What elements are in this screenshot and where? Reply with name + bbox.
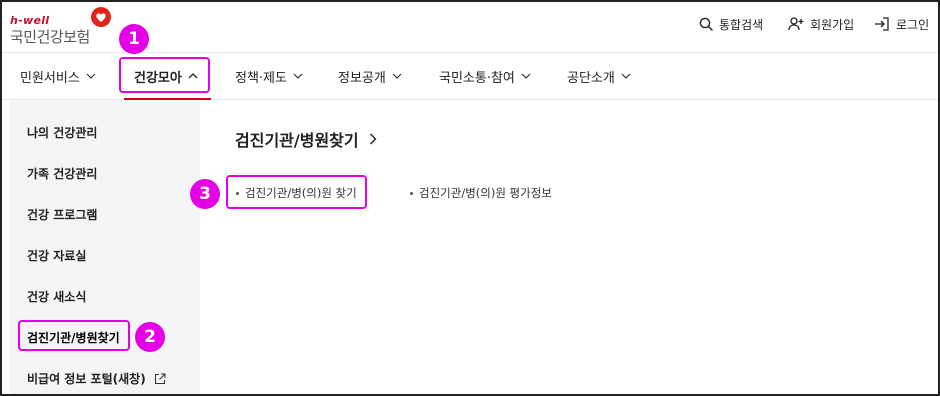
clinic-evaluation-link[interactable]: 검진기관/병(의)원 평가정보 xyxy=(410,185,552,201)
bullet-icon xyxy=(410,191,413,195)
page-title: 검진기관/병원찾기 xyxy=(235,127,377,151)
sidebar-item-label: 건강 새소식 xyxy=(27,290,87,304)
link-label: 검진기관/병(의)원 평가정보 xyxy=(419,186,552,200)
nav-item-policy[interactable]: 정책·제도 xyxy=(235,53,303,99)
add-user-icon xyxy=(788,17,804,31)
sidebar-item-my-health[interactable]: 나의 건강관리 xyxy=(27,124,97,141)
nav-item-about[interactable]: 공단소개 xyxy=(567,53,631,99)
site-logo[interactable]: h-well 국민건강보험 xyxy=(10,6,120,48)
highlight-box-find-clinic-link xyxy=(226,175,367,209)
nav-item-civil-service[interactable]: 민원서비스 xyxy=(20,53,96,99)
search-label: 통합검색 xyxy=(719,17,764,32)
sidebar: 나의 건강관리 가족 건강관리 건강 프로그램 건강 자료실 건강 새소식 검진… xyxy=(10,100,200,394)
chevron-right-icon[interactable] xyxy=(369,133,377,145)
browser-frame: h-well 국민건강보험 통합검색 회원가입 로그인 민원서비스 건강모아 정… xyxy=(0,0,940,396)
sidebar-item-health-library[interactable]: 건강 자료실 xyxy=(27,247,86,264)
sidebar-item-label: 건강 프로그램 xyxy=(27,208,98,222)
chevron-down-icon xyxy=(392,73,402,79)
nav-item-label: 정보공개 xyxy=(338,70,386,86)
sidebar-item-label: 가족 건강관리 xyxy=(27,167,98,181)
login-link[interactable]: 로그인 xyxy=(874,14,929,34)
nav-item-label: 공단소개 xyxy=(567,70,615,86)
highlight-box-sidebar-find-clinic xyxy=(18,320,130,351)
search-icon xyxy=(699,17,713,31)
nav-item-label: 민원서비스 xyxy=(20,70,80,86)
nav-item-participation[interactable]: 국민소통·참여 xyxy=(439,53,531,99)
chevron-down-icon xyxy=(86,73,96,79)
sidebar-item-label: 건강 자료실 xyxy=(27,249,87,263)
sidebar-item-health-program[interactable]: 건강 프로그램 xyxy=(27,206,97,223)
page-title-text: 검진기관/병원찾기 xyxy=(235,131,359,150)
join-label: 회원가입 xyxy=(810,17,855,32)
integrated-search-link[interactable]: 통합검색 xyxy=(699,14,763,34)
sidebar-item-label: 나의 건강관리 xyxy=(27,126,98,140)
sidebar-item-family-health[interactable]: 가족 건강관리 xyxy=(27,165,97,182)
chevron-down-icon xyxy=(521,73,531,79)
login-icon xyxy=(875,17,889,31)
sidebar-item-noncovered-portal[interactable]: 비급여 정보 포털(새창) xyxy=(27,370,166,387)
step-badge-3: 3 xyxy=(190,179,220,209)
login-label: 로그인 xyxy=(896,17,930,32)
join-link[interactable]: 회원가입 xyxy=(788,14,854,34)
step-badge-2: 2 xyxy=(135,322,165,352)
nav-item-disclosure[interactable]: 정보공개 xyxy=(338,53,402,99)
chevron-down-icon xyxy=(621,73,631,79)
external-link-icon xyxy=(154,372,166,384)
chevron-down-icon xyxy=(293,73,303,79)
heart-logo-icon xyxy=(90,7,112,29)
nav-item-label: 정책·제도 xyxy=(235,70,287,86)
logo-name: 국민건강보험 xyxy=(10,28,90,46)
sidebar-item-label: 비급여 정보 포털(새창) xyxy=(27,372,146,386)
highlight-box-nav-health xyxy=(119,57,210,93)
nav-item-label: 국민소통·참여 xyxy=(439,70,515,86)
step-badge-1: 1 xyxy=(119,24,149,54)
sidebar-item-health-news[interactable]: 건강 새소식 xyxy=(27,288,86,305)
